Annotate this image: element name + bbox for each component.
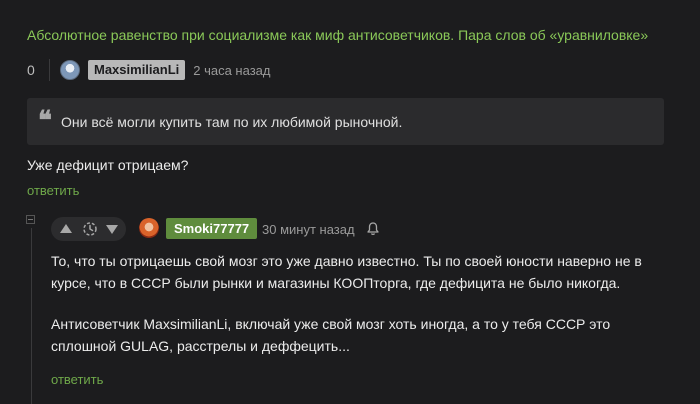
- thread-line[interactable]: [31, 228, 32, 404]
- upvote-arrow-icon[interactable]: [60, 224, 72, 233]
- reply-button[interactable]: ответить: [27, 183, 79, 198]
- avatar[interactable]: [60, 60, 80, 80]
- comment-paragraph: Антисоветчик MaxsimilianLi, включай уже …: [51, 316, 611, 354]
- avatar[interactable]: [139, 218, 159, 238]
- comment-body: То, что ты отрицаешь свой мозг это уже д…: [51, 250, 663, 376]
- quote-text: Они всё могли купить там по их любимой р…: [61, 114, 403, 130]
- comment-rating: 0: [27, 62, 35, 78]
- bell-icon[interactable]: [365, 221, 381, 237]
- comment-timestamp[interactable]: 30 минут назад: [262, 222, 355, 237]
- author-username[interactable]: Smoki77777: [166, 218, 258, 239]
- comment-timestamp[interactable]: 2 часа назад: [193, 63, 270, 78]
- reply-button[interactable]: ответить: [51, 372, 103, 387]
- comment-header: 0 MaxsimilianLi 2 часа назад: [27, 59, 270, 81]
- collapse-icon[interactable]: [26, 215, 35, 224]
- divider: [49, 59, 50, 81]
- quote-icon: ❝: [38, 106, 52, 136]
- downvote-arrow-icon[interactable]: [106, 225, 118, 234]
- vote-control: [51, 217, 126, 241]
- comment-text: Уже дефицит отрицаем?: [27, 157, 189, 173]
- clock-icon: [83, 222, 97, 236]
- post-title-link[interactable]: Абсолютное равенство при социализме как …: [27, 27, 648, 43]
- comment-paragraph: То, что ты отрицаешь свой мозг это уже д…: [51, 253, 642, 291]
- quote-block: ❝ Они всё могли купить там по их любимой…: [27, 98, 664, 145]
- author-username[interactable]: MaxsimilianLi: [88, 60, 186, 80]
